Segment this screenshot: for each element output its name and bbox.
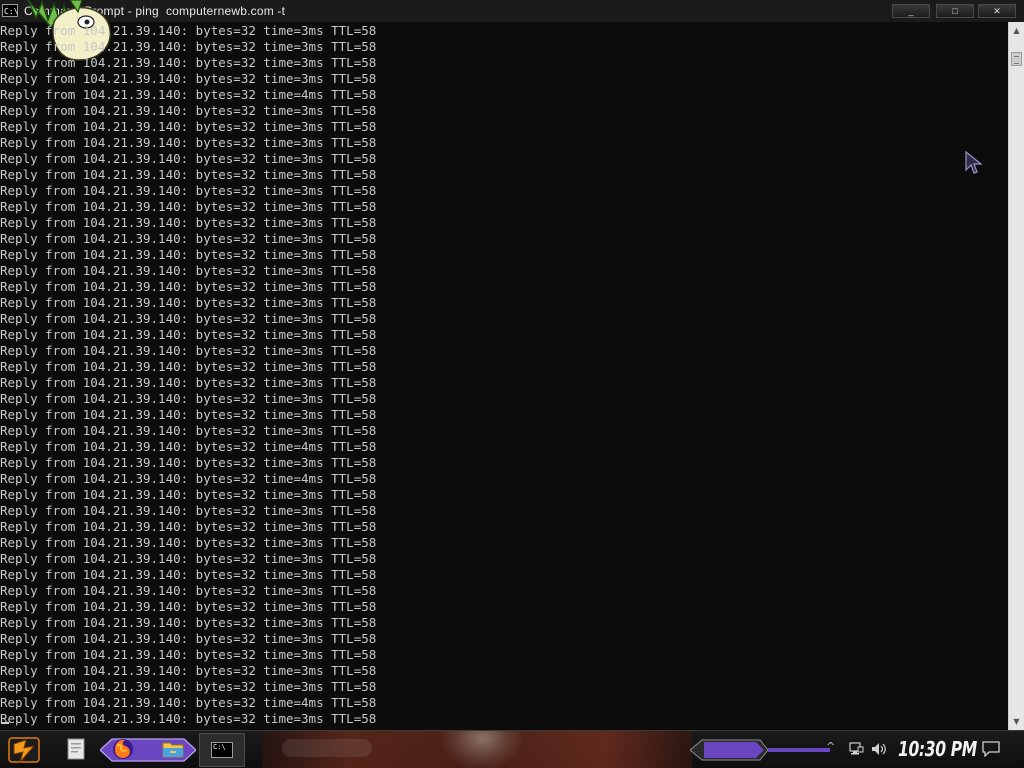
console-line: Reply from 104.21.39.140: bytes=32 time=… — [0, 407, 377, 422]
task-preview-thumbnail — [262, 731, 692, 768]
window-title: Command Prompt - ping computernewb.com -… — [24, 4, 286, 18]
console-line: Reply from 104.21.39.140: bytes=32 time=… — [0, 663, 377, 678]
console-lines: Reply from 104.21.39.140: bytes=32 time=… — [0, 23, 376, 727]
scroll-thumb[interactable] — [1011, 52, 1022, 66]
console-line: Reply from 104.21.39.140: bytes=32 time=… — [0, 535, 377, 550]
console-line: Reply from 104.21.39.140: bytes=32 time=… — [0, 183, 377, 198]
console-line: Reply from 104.21.39.140: bytes=32 time=… — [0, 39, 377, 54]
taskbar-decoration-icon — [690, 739, 830, 761]
notification-icon[interactable] — [982, 741, 1000, 757]
console-line: Reply from 104.21.39.140: bytes=32 time=… — [0, 423, 377, 438]
console-line: Reply from 104.21.39.140: bytes=32 time=… — [0, 503, 377, 518]
taskbar-clock[interactable]: 10:30 PM — [898, 736, 977, 762]
console-line: Reply from 104.21.39.140: bytes=32 time=… — [0, 87, 377, 102]
tray-chevron-icon[interactable]: ^ — [826, 740, 835, 753]
console-line: Reply from 104.21.39.140: bytes=32 time=… — [0, 23, 377, 38]
cmd-app-icon[interactable]: C:\ — [2, 4, 18, 17]
console-line: Reply from 104.21.39.140: bytes=32 time=… — [0, 103, 377, 118]
console-line: Reply from 104.21.39.140: bytes=32 time=… — [0, 295, 377, 310]
console-line: Reply from 104.21.39.140: bytes=32 time=… — [0, 151, 377, 166]
text-cursor — [1, 722, 9, 724]
console-line: Reply from 104.21.39.140: bytes=32 time=… — [0, 551, 377, 566]
console-line: Reply from 104.21.39.140: bytes=32 time=… — [0, 599, 377, 614]
console-line: Reply from 104.21.39.140: bytes=32 time=… — [0, 215, 377, 230]
console-line: Reply from 104.21.39.140: bytes=32 time=… — [0, 231, 377, 246]
console-line: Reply from 104.21.39.140: bytes=32 time=… — [0, 567, 377, 582]
scroll-up-arrow-icon[interactable]: ▲ — [1009, 22, 1024, 39]
console-line: Reply from 104.21.39.140: bytes=32 time=… — [0, 519, 377, 534]
thumbnail-pill — [282, 739, 372, 757]
console-line: Reply from 104.21.39.140: bytes=32 time=… — [0, 679, 377, 694]
console-line: Reply from 104.21.39.140: bytes=32 time=… — [0, 199, 377, 214]
command-prompt-window[interactable]: C:\ Command Prompt - ping computernewb.c… — [0, 0, 1024, 730]
console-line: Reply from 104.21.39.140: bytes=32 time=… — [0, 167, 377, 182]
console-line: Reply from 104.21.39.140: bytes=32 time=… — [0, 119, 377, 134]
close-button[interactable]: ✕ — [978, 4, 1016, 18]
console-line: Reply from 104.21.39.140: bytes=32 time=… — [0, 583, 377, 598]
console-line: Reply from 104.21.39.140: bytes=32 time=… — [0, 615, 377, 630]
console-line: Reply from 104.21.39.140: bytes=32 time=… — [0, 439, 377, 454]
files-icon[interactable] — [64, 737, 88, 761]
mouse-pointer-icon — [965, 150, 983, 174]
console-line: Reply from 104.21.39.140: bytes=32 time=… — [0, 359, 377, 374]
console-line: Reply from 104.21.39.140: bytes=32 time=… — [0, 631, 377, 646]
console-line: Reply from 104.21.39.140: bytes=32 time=… — [0, 311, 377, 326]
network-icon[interactable] — [848, 741, 864, 757]
console-line: Reply from 104.21.39.140: bytes=32 time=… — [0, 263, 377, 278]
console-line: Reply from 104.21.39.140: bytes=32 time=… — [0, 375, 377, 390]
console-line: Reply from 104.21.39.140: bytes=32 time=… — [0, 487, 377, 502]
cmd-task-glyph: C:\ — [211, 742, 233, 758]
thumbnail-figure — [442, 731, 522, 768]
console-line: Reply from 104.21.39.140: bytes=32 time=… — [0, 327, 377, 342]
console-line: Reply from 104.21.39.140: bytes=32 time=… — [0, 455, 377, 470]
console-line: Reply from 104.21.39.140: bytes=32 time=… — [0, 279, 377, 294]
start-logo-icon[interactable] — [6, 734, 42, 766]
console-line: Reply from 104.21.39.140: bytes=32 time=… — [0, 391, 377, 406]
console-line: Reply from 104.21.39.140: bytes=32 time=… — [0, 343, 377, 358]
console-line: Reply from 104.21.39.140: bytes=32 time=… — [0, 647, 377, 662]
console-line: Reply from 104.21.39.140: bytes=32 time=… — [0, 247, 377, 262]
maximize-button[interactable]: □ — [936, 4, 974, 18]
vertical-scrollbar[interactable]: ▲ ▼ — [1008, 22, 1024, 730]
console-line: Reply from 104.21.39.140: bytes=32 time=… — [0, 471, 377, 486]
command-prompt-icon[interactable]: C:\ — [199, 733, 245, 767]
console-line: Reply from 104.21.39.140: bytes=32 time=… — [0, 71, 377, 86]
taskbar: C:\ ^ 10:30 PM — [0, 730, 1024, 768]
minimize-button[interactable]: _ — [892, 4, 930, 18]
console-line: Reply from 104.21.39.140: bytes=32 time=… — [0, 55, 377, 70]
firefox-icon[interactable] — [111, 737, 135, 761]
console-line: Reply from 104.21.39.140: bytes=32 time=… — [0, 135, 377, 150]
scroll-down-arrow-icon[interactable]: ▼ — [1009, 713, 1024, 730]
console-output[interactable]: Reply from 104.21.39.140: bytes=32 time=… — [0, 22, 1008, 730]
title-bar[interactable]: C:\ Command Prompt - ping computernewb.c… — [0, 0, 1024, 22]
console-line: Reply from 104.21.39.140: bytes=32 time=… — [0, 695, 377, 710]
volume-icon[interactable] — [871, 741, 888, 757]
console-line: Reply from 104.21.39.140: bytes=32 time=… — [0, 711, 377, 726]
file-explorer-icon[interactable] — [161, 737, 185, 761]
